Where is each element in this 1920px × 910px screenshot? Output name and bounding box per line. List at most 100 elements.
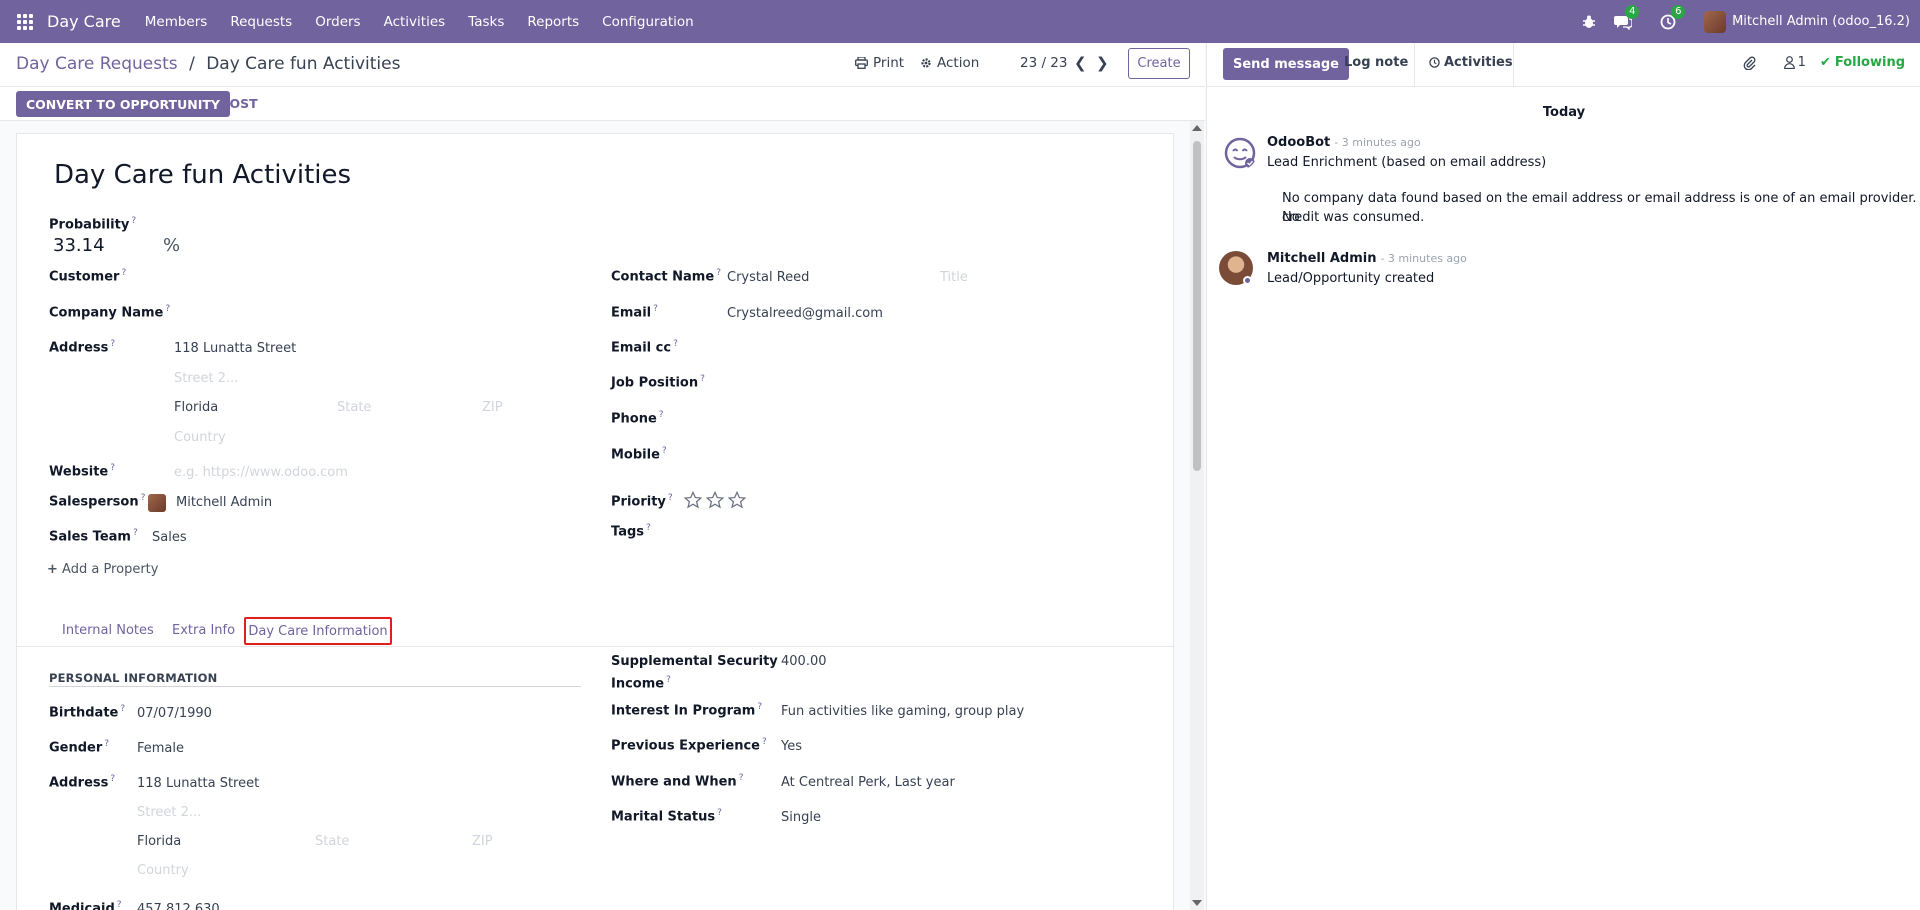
message-author[interactable]: Mitchell Admin - 3 minutes ago (1267, 251, 1467, 266)
chatter-actions: 1 ✔ Following (1743, 55, 1905, 70)
birthdate-input[interactable]: 07/07/1990 (137, 706, 212, 721)
priority-star-1-icon[interactable] (684, 491, 702, 509)
activities-button[interactable]: Activities (1429, 55, 1513, 70)
log-note-button[interactable]: Log note (1344, 55, 1408, 70)
tab-internal-notes[interactable]: Internal Notes (62, 623, 154, 638)
website-label: Website? (49, 463, 116, 480)
personal-street2-input[interactable]: Street 2... (137, 805, 201, 820)
priority-star-2-icon[interactable] (706, 491, 724, 509)
menu-configuration[interactable]: Configuration (602, 14, 694, 30)
scrollbar-thumb[interactable] (1193, 141, 1201, 471)
print-label: Print (873, 55, 905, 71)
email-label: Email? (611, 304, 658, 321)
message-time: - 3 minutes ago (1334, 136, 1421, 149)
print-icon (855, 57, 868, 69)
contact-name-label: Contact Name? (611, 268, 721, 285)
message-time: - 3 minutes ago (1380, 252, 1467, 265)
email-input[interactable]: Crystalreed@gmail.com (727, 306, 883, 321)
convert-to-opportunity-button[interactable]: CONVERT TO OPPORTUNITY (16, 91, 230, 117)
priority-star-3-icon[interactable] (728, 491, 746, 509)
date-separator: Today (1542, 105, 1586, 120)
street-input[interactable]: 118 Lunatta Street (174, 341, 296, 356)
previous-experience-input[interactable]: Yes (781, 739, 802, 754)
website-input[interactable]: e.g. https://www.odoo.com (174, 465, 348, 480)
activity-menu[interactable]: 6 (1660, 4, 1686, 30)
pager-value[interactable]: 23 / 23 (1020, 55, 1068, 71)
pager-previous-icon[interactable]: ❮ (1074, 54, 1087, 72)
breadcrumb-separator: / (189, 54, 195, 74)
gender-input[interactable]: Female (137, 741, 184, 756)
medicaid-input[interactable]: 457 812 630 (137, 902, 220, 910)
menu-orders[interactable]: Orders (315, 14, 360, 30)
followers-button[interactable]: 1 (1783, 55, 1806, 70)
contact-title-input[interactable]: Title (940, 270, 968, 285)
menu-activities[interactable]: Activities (384, 14, 446, 30)
user-avatar (1704, 10, 1727, 33)
city-input[interactable]: Florida (174, 400, 218, 415)
navbar-systray: 4 6 Mitchell Admin (odoo_16.2) (1582, 0, 1910, 43)
tags-label: Tags? (611, 523, 651, 540)
message-author[interactable]: OdooBot - 3 minutes ago (1267, 135, 1421, 150)
salesperson-avatar (148, 494, 166, 512)
breadcrumb-parent[interactable]: Day Care Requests (16, 54, 178, 74)
scroll-up-icon[interactable] (1192, 125, 1202, 131)
lost-button[interactable]: LOST (222, 96, 258, 111)
scroll-down-icon[interactable] (1192, 900, 1202, 906)
paperclip-icon[interactable] (1743, 56, 1756, 70)
online-status-dot (1243, 276, 1252, 285)
percent-sign: % (163, 235, 181, 256)
breadcrumb-current: Day Care fun Activities (206, 54, 401, 74)
menu-requests[interactable]: Requests (230, 14, 292, 30)
user-icon (1783, 56, 1795, 69)
status-bar: CONVERT TO OPPORTUNITY LOST (0, 87, 1205, 121)
personal-street-input[interactable]: 118 Lunatta Street (137, 776, 259, 791)
personal-country-input[interactable]: Country (137, 863, 189, 878)
form-view: Day Care fun Activities Probability? 33.… (0, 121, 1205, 910)
zip-input[interactable]: ZIP (482, 400, 503, 415)
message-body: Lead Enrichment (based on email address) (1267, 155, 1547, 170)
tab-extra-info[interactable]: Extra Info (172, 623, 235, 638)
menu-tasks[interactable]: Tasks (468, 14, 504, 30)
sales-team-input[interactable]: Sales (152, 530, 187, 545)
email-cc-label: Email cc? (611, 339, 678, 356)
marital-status-label: Marital Status? (611, 808, 722, 825)
marital-status-input[interactable]: Single (781, 810, 821, 825)
menu-reports[interactable]: Reports (527, 14, 579, 30)
lead-title[interactable]: Day Care fun Activities (54, 160, 351, 190)
bug-icon[interactable] (1582, 15, 1596, 29)
contact-name-input[interactable]: Crystal Reed (727, 270, 809, 285)
personal-zip-input[interactable]: ZIP (472, 834, 493, 849)
personal-city-input[interactable]: Florida (137, 834, 181, 849)
country-input[interactable]: Country (174, 430, 226, 445)
pager-next-icon[interactable]: ❯ (1096, 54, 1109, 72)
interest-input[interactable]: Fun activities like gaming, group play (781, 704, 1024, 719)
activities-count-badge: 6 (1671, 4, 1686, 19)
probability-input[interactable]: 33.14 (53, 235, 105, 256)
apps-grid-icon[interactable] (17, 13, 35, 31)
tab-day-care-information[interactable]: Day Care Information (244, 617, 392, 645)
app-brand[interactable]: Day Care (47, 12, 121, 31)
form-scrollbar[interactable] (1190, 121, 1204, 910)
following-button[interactable]: ✔ Following (1820, 55, 1905, 70)
personal-state-input[interactable]: State (315, 834, 349, 849)
where-when-input[interactable]: At Centreal Perk, Last year (781, 775, 955, 790)
street2-input[interactable]: Street 2... (174, 371, 238, 386)
action-button[interactable]: Action (920, 55, 979, 71)
create-button[interactable]: Create (1128, 48, 1190, 79)
print-button[interactable]: Print (855, 55, 904, 71)
chatter-divider (1414, 43, 1415, 87)
send-message-button[interactable]: Send message (1223, 48, 1349, 80)
sales-team-label: Sales Team? (49, 528, 138, 545)
message-body: Lead/Opportunity created (1267, 271, 1435, 286)
chatter-topbar: Send message Log note Activities 1 ✔ Fol… (1207, 43, 1920, 87)
user-menu[interactable]: Mitchell Admin (odoo_16.2) (1704, 10, 1910, 33)
job-position-label: Job Position? (611, 374, 705, 391)
messages-count-badge: 4 (1625, 4, 1640, 19)
probability-label: Probability? (49, 216, 137, 233)
salesperson-input[interactable]: Mitchell Admin (176, 495, 272, 510)
add-property-button[interactable]: + Add a Property (47, 562, 158, 577)
menu-members[interactable]: Members (145, 14, 208, 30)
state-input[interactable]: State (337, 400, 371, 415)
messaging-menu[interactable]: 4 (1614, 4, 1640, 30)
ssi-input[interactable]: 400.00 (781, 654, 827, 669)
